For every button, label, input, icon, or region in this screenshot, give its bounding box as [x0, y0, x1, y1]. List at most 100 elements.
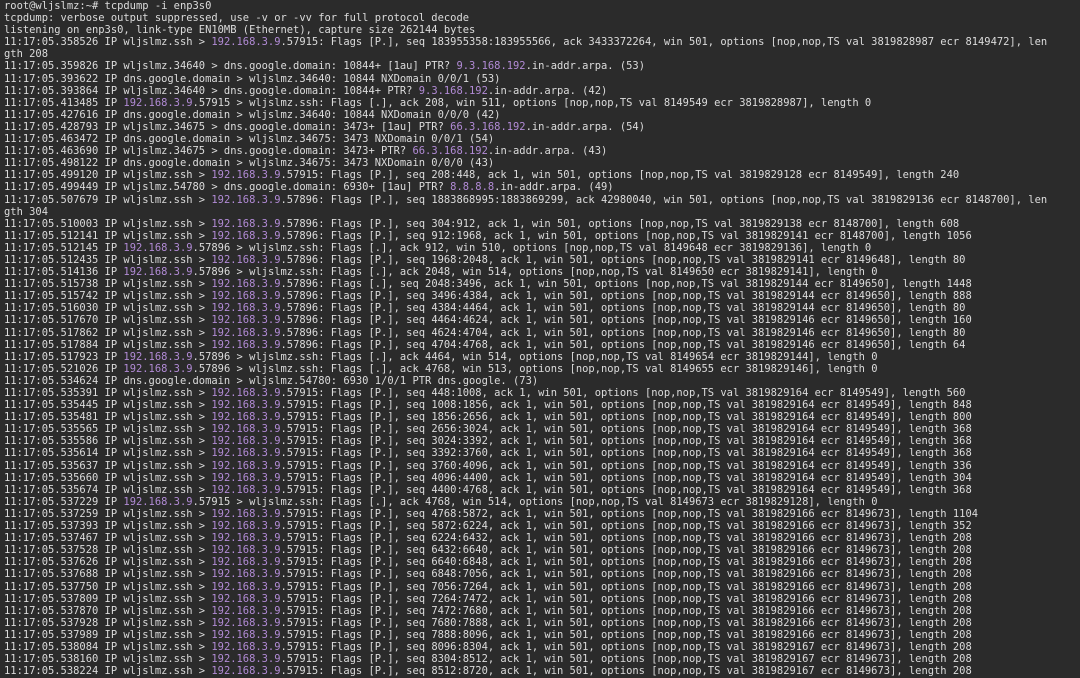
terminal-text: .57896: Flags [P.], seq 3496:4384, ack 1… — [280, 290, 972, 303]
terminal-text: 11:17:05.498122 IP dns.google.domain > w… — [4, 157, 495, 170]
terminal-line: 11:17:05.499120 IP wljslmz.ssh > 192.168… — [4, 169, 1076, 181]
terminal-text: .in-addr.arpa. (54) — [525, 120, 645, 133]
terminal-line: gth 208 — [4, 48, 1076, 60]
terminal-line: 11:17:05.537528 IP wljslmz.ssh > 192.168… — [4, 544, 1076, 556]
terminal-text: .in-addr.arpa. (42) — [487, 84, 608, 97]
terminal-text: .57896: Flags [P.], seq 1883868995:18838… — [280, 193, 1048, 206]
ip-address-highlight: 192.168.3.9 — [123, 266, 193, 279]
terminal-text: 11:17:05.538160 IP wljslmz.ssh > — [4, 653, 212, 666]
ip-address-highlight: 192.168.3.9 — [211, 532, 281, 545]
ip-address-highlight: 192.168.3.9 — [211, 302, 281, 315]
ip-address-highlight: 192.168.3.9 — [211, 253, 281, 266]
terminal-line: 11:17:05.534624 IP dns.google.domain > w… — [4, 375, 1076, 387]
ip-address-highlight: 192.168.3.9 — [211, 217, 281, 230]
terminal-text: .57896 > wljslmz.ssh: Flags [.], ack 912… — [192, 241, 872, 254]
terminal-text: .57896: Flags [P.], seq 4624:4704, ack 1… — [280, 326, 966, 339]
terminal-text: .57896 > wljslmz.ssh: Flags [.], ack 476… — [192, 362, 878, 375]
terminal-text: 11:17:05.537809 IP wljslmz.ssh > — [4, 592, 212, 605]
terminal-text: .57915: Flags [P.], seq 8096:8304, ack 1… — [280, 640, 972, 653]
terminal-text: 11:17:05.517923 IP — [4, 350, 124, 363]
ip-address-highlight: 192.168.3.9 — [211, 314, 281, 327]
ip-address-highlight: 192.168.3.9 — [211, 338, 281, 351]
terminal-text: 11:17:05.428793 IP wljslmz.34675 > dns.g… — [4, 120, 451, 133]
ip-address-highlight: 66.3.168.192 — [412, 145, 488, 158]
ip-address-highlight: 192.168.3.9 — [211, 229, 281, 242]
terminal-line: 11:17:05.507679 IP wljslmz.ssh > 192.168… — [4, 194, 1076, 206]
ip-address-highlight: 192.168.3.9 — [211, 447, 281, 460]
terminal-text: .57915: Flags [P.], seq 7680:7888, ack 1… — [280, 616, 972, 629]
terminal-line: 11:17:05.517670 IP wljslmz.ssh > 192.168… — [4, 314, 1076, 326]
terminal-text: 11:17:05.514136 IP — [4, 266, 124, 279]
terminal-line: 11:17:05.535586 IP wljslmz.ssh > 192.168… — [4, 435, 1076, 447]
ip-address-highlight: 192.168.3.9 — [211, 592, 281, 605]
terminal-text: 11:17:05.507679 IP wljslmz.ssh > — [4, 193, 212, 206]
ip-address-highlight: 192.168.3.9 — [211, 387, 281, 399]
terminal-text: .57915: Flags [P.], seq 183955358:183955… — [280, 36, 1048, 49]
terminal-text: 11:17:05.499449 IP wljslmz.54780 > dns.g… — [4, 181, 451, 194]
terminal-text: .57915: Flags [P.], seq 7472:7680, ack 1… — [280, 604, 972, 617]
terminal-text: 11:17:05.535391 IP wljslmz.ssh > — [4, 387, 212, 399]
terminal-line: 11:17:05.538224 IP wljslmz.ssh > 192.168… — [4, 665, 1076, 677]
ip-address-highlight: 192.168.3.9 — [211, 471, 281, 484]
terminal-text: .57896: Flags [P.], seq 4464:4624, ack 1… — [280, 314, 972, 327]
ip-address-highlight: 192.168.3.9 — [211, 435, 281, 448]
terminal-text: .57915: Flags [P.], seq 1008:1856, ack 1… — [280, 399, 972, 412]
terminal-text: 11:17:05.537688 IP wljslmz.ssh > — [4, 568, 212, 581]
terminal-text: .57896: Flags [P.], seq 912:1968, ack 1,… — [280, 229, 972, 242]
terminal-line: 11:17:05.512145 IP 192.168.3.9.57896 > w… — [4, 242, 1076, 254]
terminal-line: 11:17:05.535391 IP wljslmz.ssh > 192.168… — [4, 387, 1076, 399]
ip-address-highlight: 192.168.3.9 — [211, 665, 281, 678]
ip-address-highlight: 192.168.3.9 — [211, 193, 281, 206]
terminal-text: tcpdump: verbose output suppressed, use … — [4, 12, 470, 25]
ip-address-highlight: 192.168.3.9 — [211, 616, 281, 629]
terminal-text: .57896: Flags [P.], seq 1968:2048, ack 1… — [280, 253, 966, 266]
terminal-text: 11:17:05.427616 IP dns.google.domain > w… — [4, 108, 501, 121]
terminal-text: .in-addr.arpa. (49) — [494, 181, 614, 194]
terminal-text: 11:17:05.517884 IP wljslmz.ssh > — [4, 338, 212, 351]
terminal-text: 11:17:05.537528 IP wljslmz.ssh > — [4, 544, 212, 557]
ip-address-highlight: 192.168.3.9 — [211, 640, 281, 653]
terminal-line: 11:17:05.512141 IP wljslmz.ssh > 192.168… — [4, 230, 1076, 242]
terminal-line: 11:17:05.538160 IP wljslmz.ssh > 192.168… — [4, 653, 1076, 665]
terminal-text: 11:17:05.537750 IP wljslmz.ssh > — [4, 580, 212, 593]
terminal-output[interactable]: root@wljslmz:~# tcpdump -i enp3s0 tcpdump… — [0, 0, 1080, 678]
terminal-line: 11:17:05.537870 IP wljslmz.ssh > 192.168… — [4, 605, 1076, 617]
terminal-line: 11:17:05.537809 IP wljslmz.ssh > 192.168… — [4, 593, 1076, 605]
terminal-line: 11:17:05.510003 IP wljslmz.ssh > 192.168… — [4, 218, 1076, 230]
terminal-line: gth 304 — [4, 206, 1076, 218]
terminal-text: 11:17:05.535614 IP wljslmz.ssh > — [4, 447, 212, 460]
terminal-text: 11:17:05.393622 IP dns.google.domain > w… — [4, 72, 501, 85]
terminal-text: 11:17:05.535481 IP wljslmz.ssh > — [4, 411, 212, 424]
ip-address-highlight: 9.3.168.192 — [456, 60, 526, 73]
terminal-text: 11:17:05.538224 IP wljslmz.ssh > — [4, 665, 212, 678]
ip-address-highlight: 66.3.168.192 — [450, 120, 526, 133]
terminal-text: .57915: Flags [P.], seq 3760:4096, ack 1… — [280, 459, 972, 472]
terminal-line: 11:17:05.535674 IP wljslmz.ssh > 192.168… — [4, 484, 1076, 496]
terminal-text: 11:17:05.512145 IP — [4, 241, 124, 254]
terminal-text: 11:17:05.393864 IP wljslmz.34640 > dns.g… — [4, 84, 419, 97]
ip-address-highlight: 192.168.3.9 — [211, 653, 281, 666]
terminal-text: .57896: Flags [P.], seq 4384:4464, ack 1… — [280, 302, 966, 315]
terminal-text: 11:17:05.413485 IP — [4, 96, 124, 109]
ip-address-highlight: 192.168.3.9 — [211, 483, 281, 496]
ip-address-highlight: 192.168.3.9 — [211, 556, 281, 569]
ip-address-highlight: 192.168.3.9 — [211, 628, 281, 641]
ip-address-highlight: 192.168.3.9 — [123, 96, 193, 109]
ip-address-highlight: 192.168.3.9 — [211, 36, 281, 49]
terminal-line: 11:17:05.538084 IP wljslmz.ssh > 192.168… — [4, 641, 1076, 653]
terminal-text: .57915: Flags [P.], seq 208:448, ack 1, … — [280, 169, 960, 182]
terminal-line: 11:17:05.463472 IP dns.google.domain > w… — [4, 133, 1076, 145]
terminal-line: 11:17:05.517923 IP 192.168.3.9.57896 > w… — [4, 351, 1076, 363]
terminal-text: 11:17:05.535565 IP wljslmz.ssh > — [4, 423, 212, 436]
ip-address-highlight: 9.3.168.192 — [418, 84, 488, 97]
ip-address-highlight: 192.168.3.9 — [211, 326, 281, 339]
terminal-text: .57915 > wljslmz.ssh: Flags [.], ack 208… — [192, 96, 872, 109]
terminal-text: 11:17:05.463472 IP dns.google.domain > w… — [4, 133, 495, 146]
terminal-line: 11:17:05.535565 IP wljslmz.ssh > 192.168… — [4, 423, 1076, 435]
terminal-line: 11:17:05.515742 IP wljslmz.ssh > 192.168… — [4, 290, 1076, 302]
ip-address-highlight: 192.168.3.9 — [211, 544, 281, 557]
terminal-line: 11:17:05.537688 IP wljslmz.ssh > 192.168… — [4, 568, 1076, 580]
terminal-text: 11:17:05.537229 IP — [4, 495, 124, 508]
terminal-text: .57896: Flags [P.], seq 304:912, ack 1, … — [280, 217, 960, 230]
terminal-line: 11:17:05.393864 IP wljslmz.34640 > dns.g… — [4, 85, 1076, 97]
